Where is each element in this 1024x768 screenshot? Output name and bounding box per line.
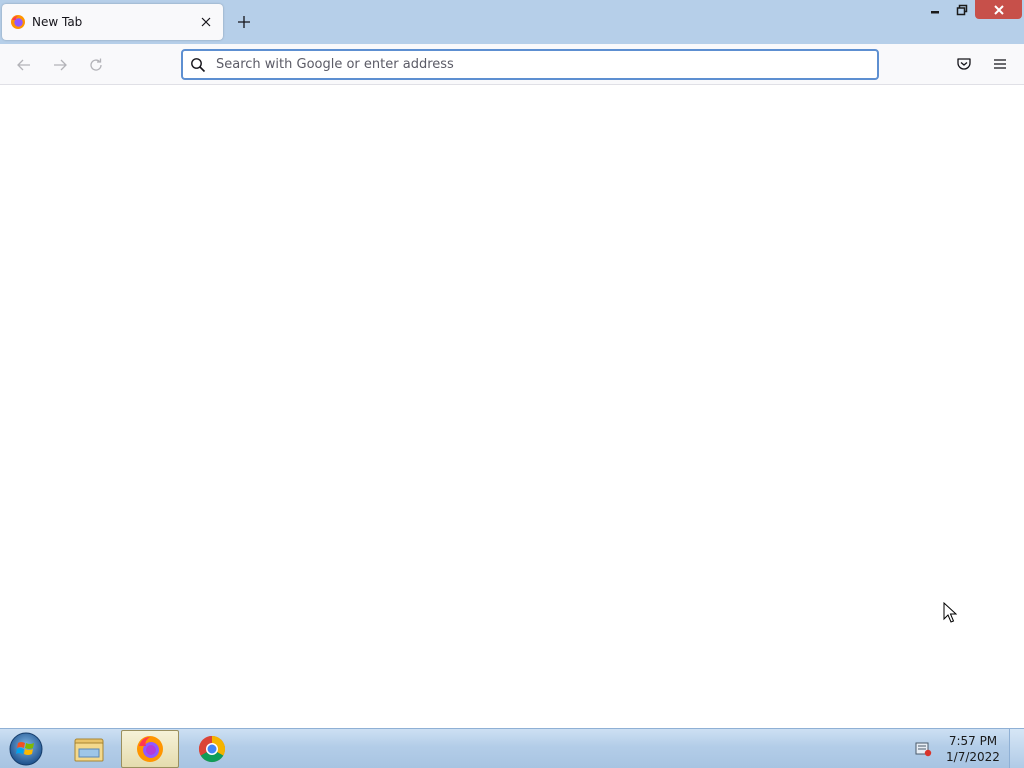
- restore-button[interactable]: [949, 0, 975, 19]
- nav-toolbar: [0, 44, 1024, 85]
- minimize-icon: [931, 10, 939, 13]
- mouse-cursor-icon: [943, 602, 957, 623]
- pocket-button[interactable]: [953, 53, 975, 75]
- restore-icon: [956, 4, 968, 15]
- back-button[interactable]: [12, 53, 36, 77]
- page-content: [0, 85, 1024, 728]
- action-center-icon[interactable]: [914, 739, 932, 757]
- reload-button[interactable]: [84, 53, 108, 77]
- tab-title: New Tab: [32, 15, 83, 29]
- forward-button[interactable]: [48, 53, 72, 77]
- forward-arrow-icon: [54, 59, 67, 71]
- hamburger-menu-icon: [994, 59, 1006, 69]
- app-menu-button[interactable]: [989, 53, 1011, 75]
- taskbar: 7:57 PM 1/7/2022: [0, 728, 1024, 768]
- url-input[interactable]: [216, 57, 856, 72]
- minimize-button[interactable]: [922, 0, 948, 19]
- chrome-icon: [198, 735, 226, 763]
- tab-new-tab[interactable]: New Tab: [2, 4, 223, 40]
- pocket-icon: [957, 58, 971, 70]
- system-clock[interactable]: 7:57 PM 1/7/2022: [940, 733, 1006, 765]
- new-tab-button[interactable]: [234, 12, 254, 32]
- folder-icon: [74, 738, 104, 762]
- clock-date: 1/7/2022: [946, 750, 1000, 764]
- reload-icon: [90, 58, 102, 71]
- close-icon[interactable]: [197, 13, 215, 31]
- close-icon: [993, 4, 1004, 15]
- plus-icon: [238, 16, 250, 28]
- taskbar-firefox[interactable]: [121, 730, 179, 768]
- show-desktop-button[interactable]: [1009, 729, 1024, 768]
- windows-start-orb-icon: [9, 732, 43, 766]
- taskbar-chrome[interactable]: [183, 730, 241, 768]
- back-arrow-icon: [17, 59, 30, 71]
- search-icon: [190, 57, 206, 73]
- taskbar-file-explorer[interactable]: [60, 730, 118, 768]
- browser-titlebar: New Tab: [0, 0, 1024, 44]
- clock-time: 7:57 PM: [948, 734, 998, 748]
- start-button[interactable]: [6, 731, 46, 767]
- firefox-icon: [10, 14, 26, 30]
- urlbar[interactable]: [181, 49, 879, 80]
- firefox-icon: [137, 736, 163, 762]
- window-close-button[interactable]: [975, 0, 1022, 19]
